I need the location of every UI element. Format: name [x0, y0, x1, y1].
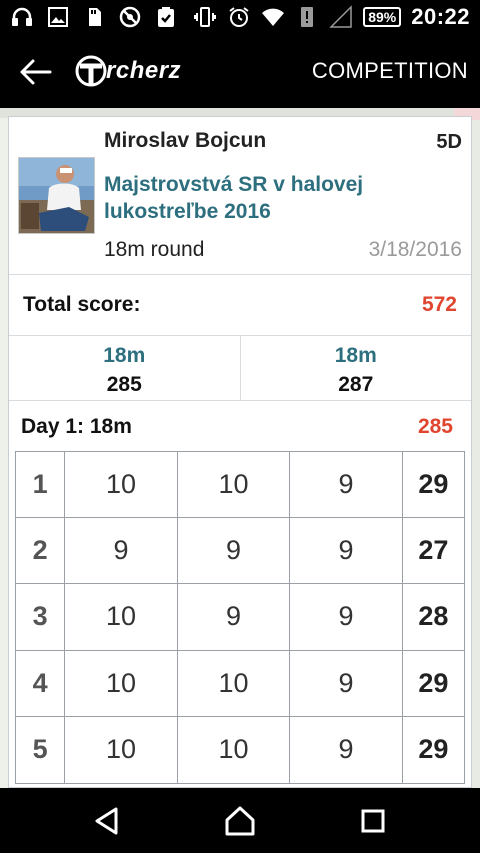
competition-button[interactable]: COMPETITION	[312, 58, 468, 84]
image-icon	[48, 7, 68, 27]
nav-recents-icon[interactable]	[356, 804, 390, 838]
vibrate-icon	[194, 7, 217, 27]
battery-indicator: 89%	[363, 7, 402, 27]
athlete-name: Miroslav Bojcun	[104, 129, 267, 152]
event-title[interactable]: Majstrovstvá SR v halovej lukostreľbe 20…	[104, 171, 444, 225]
table-row[interactable]: 5 10 10 9 29	[15, 717, 465, 784]
app-bar: rcherz COMPETITION	[0, 36, 480, 108]
wifi-icon	[262, 8, 285, 26]
end-number: 5	[15, 717, 66, 784]
headphones-icon	[12, 7, 32, 26]
status-icons-left	[10, 5, 178, 29]
table-row[interactable]: 1 10 10 9 29	[15, 451, 465, 518]
arrow-score[interactable]: 10	[177, 717, 291, 784]
arrow-score[interactable]: 10	[177, 451, 291, 518]
round-summary-cell[interactable]: 18m 285	[9, 336, 240, 400]
arrow-score[interactable]: 10	[65, 717, 178, 784]
total-score-value: 572	[421, 293, 457, 316]
clock: 20:22	[411, 4, 470, 29]
athlete-grade: 5D	[436, 131, 462, 153]
nav-back-icon[interactable]	[90, 804, 124, 838]
end-total: 28	[402, 584, 465, 651]
alert-icon	[301, 7, 314, 27]
round-distance: 18m	[334, 344, 377, 367]
arrow-score[interactable]: 9	[177, 517, 291, 584]
sd-card-icon	[89, 8, 101, 26]
nav-home-icon[interactable]	[223, 804, 257, 838]
table-row[interactable]: 3 10 9 9 28	[15, 584, 465, 651]
score-card: Miroslav Bojcun 5D Majstrovstvá SR v hal…	[8, 116, 472, 788]
round-name: 18m round	[104, 238, 205, 261]
archerz-logo-icon	[75, 55, 107, 87]
end-number: 1	[15, 451, 66, 518]
arrow-score[interactable]: 9	[290, 584, 403, 651]
end-scores-table: 1 10 10 9 29 2 9 9 9 27 3 10 9 9 28 4 10…	[15, 451, 465, 784]
day-header: Day 1: 18m 285	[9, 407, 471, 443]
day-score: 285	[417, 415, 453, 438]
round-summary-cell[interactable]: 18m 287	[239, 336, 472, 400]
end-number: 4	[15, 650, 66, 717]
total-score-row: Total score: 572	[9, 275, 471, 335]
round-score: 287	[338, 373, 374, 396]
competition-header[interactable]: Miroslav Bojcun 5D Majstrovstvá SR v hal…	[9, 117, 471, 274]
app-logo: rcherz	[74, 54, 181, 88]
end-total: 29	[402, 650, 465, 717]
alarm-icon	[229, 7, 249, 27]
day-label: Day 1: 18m	[21, 415, 132, 438]
end-total: 27	[402, 517, 465, 584]
end-total: 29	[402, 717, 465, 784]
no-network-icon	[119, 6, 141, 28]
arrow-score[interactable]: 9	[65, 517, 178, 584]
battery-percent: 89%	[368, 9, 397, 25]
round-distance: 18m	[103, 344, 146, 367]
arrow-score[interactable]: 10	[65, 650, 178, 717]
arrow-score[interactable]: 10	[177, 650, 291, 717]
status-bar: 89% 20:22	[0, 0, 480, 36]
end-number: 3	[15, 584, 66, 651]
table-row[interactable]: 2 9 9 9 27	[15, 517, 465, 584]
event-date: 3/18/2016	[368, 238, 462, 261]
table-row[interactable]: 4 10 10 9 29	[15, 650, 465, 717]
logo-text: rcherz	[106, 57, 182, 84]
round-score: 285	[106, 373, 142, 396]
arrow-score[interactable]: 9	[290, 517, 403, 584]
end-number: 2	[15, 517, 66, 584]
arrow-score[interactable]: 10	[65, 584, 178, 651]
athlete-photo	[19, 158, 94, 233]
avatar	[18, 157, 95, 234]
arrow-score[interactable]: 9	[290, 451, 403, 518]
end-total: 29	[402, 451, 465, 518]
arrow-score[interactable]: 9	[177, 584, 291, 651]
navigation-bar	[0, 788, 480, 853]
total-score-label: Total score:	[23, 293, 141, 316]
round-summary: 18m 285 18m 287	[9, 335, 471, 401]
status-icons-right: 89% 20:22	[193, 4, 470, 30]
back-arrow-icon[interactable]	[18, 56, 54, 88]
arrow-score[interactable]: 9	[290, 717, 403, 784]
signal-icon	[329, 5, 352, 28]
arrow-score[interactable]: 9	[290, 650, 403, 717]
arrow-score[interactable]: 10	[65, 451, 178, 518]
clipboard-check-icon	[158, 7, 174, 27]
